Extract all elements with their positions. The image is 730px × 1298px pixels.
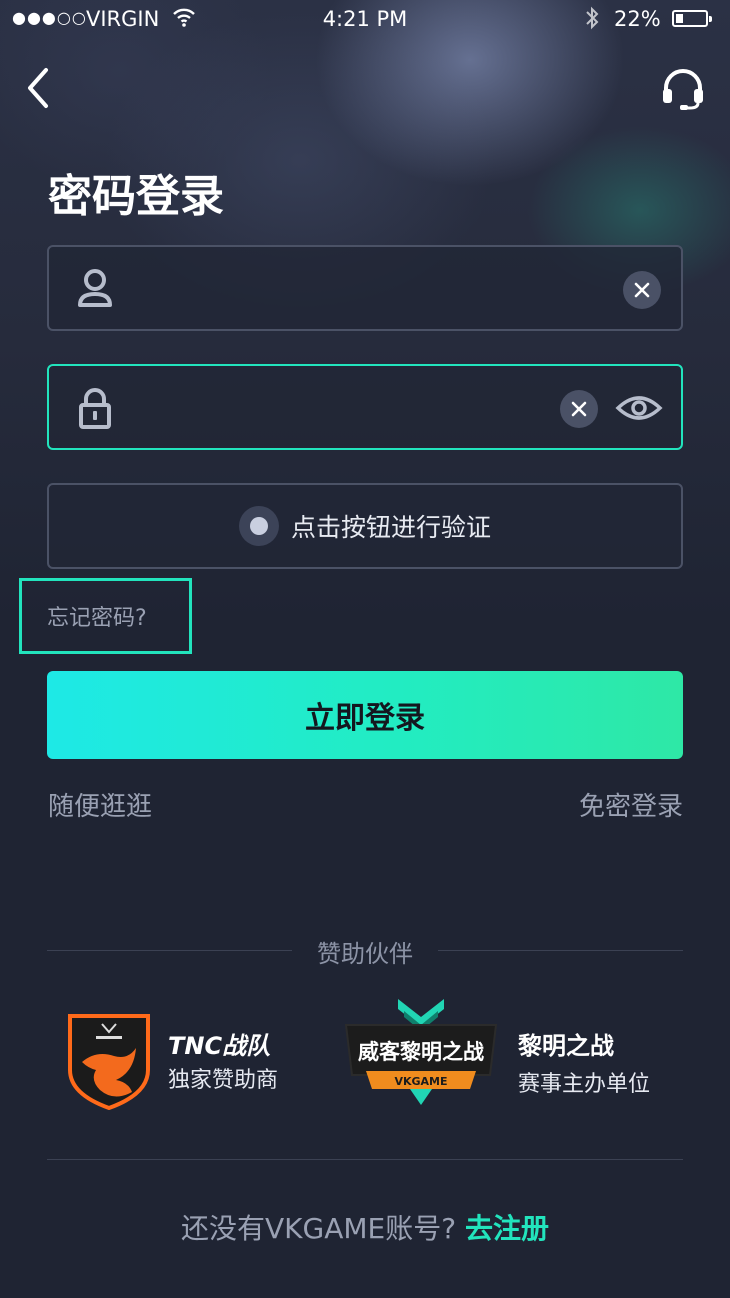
clear-username-button[interactable] <box>623 271 661 309</box>
headset-icon <box>663 69 703 110</box>
close-icon <box>571 401 587 417</box>
status-bar: ●●●○○ VIRGIN 4:21 PM 22% <box>0 0 730 40</box>
password-field[interactable] <box>47 364 683 450</box>
eye-icon <box>615 396 663 420</box>
sponsor-name: 黎明之战 <box>518 1032 614 1060</box>
sponsor-name: TNC战队 <box>168 1032 271 1060</box>
page-title: 密码登录 <box>48 171 224 222</box>
radio-dot-icon <box>238 506 279 546</box>
divider <box>47 1159 683 1160</box>
show-password-toggle[interactable] <box>615 392 663 424</box>
lock-icon <box>75 386 115 430</box>
battery-percent: 22% <box>614 7 661 31</box>
sponsors-title: 赞助伙伴 <box>317 940 413 968</box>
customer-service-button[interactable] <box>660 66 706 112</box>
sponsor-role: 赛事主办单位 <box>518 1072 651 1097</box>
verify-label: 点击按钮进行验证 <box>290 513 491 542</box>
clear-password-button[interactable] <box>560 390 598 428</box>
browse-link[interactable]: 随便逛逛 <box>48 786 152 823</box>
chevron-left-icon <box>28 68 48 108</box>
close-icon <box>634 282 650 298</box>
captcha-verify-button[interactable]: 点击按钮进行验证 <box>47 483 683 569</box>
login-button[interactable]: 立即登录 <box>47 671 683 759</box>
logo-text: 威客黎明之战 <box>358 1039 484 1064</box>
register-prompt: 还没有VKGAME账号? 去注册 <box>0 1207 730 1247</box>
vkgame-dawn-war-logo: 威客黎明之战 VKGAME <box>340 995 502 1107</box>
username-field[interactable] <box>47 245 683 331</box>
back-button[interactable] <box>24 66 54 110</box>
tnc-logo <box>66 1010 152 1111</box>
battery-icon <box>672 10 712 27</box>
register-prompt-text: 还没有VKGAME账号? <box>180 1212 457 1245</box>
logo-ribbon: VKGAME <box>394 1075 447 1088</box>
bluetooth-icon <box>584 5 600 36</box>
register-link[interactable]: 去注册 <box>465 1212 549 1245</box>
sponsor-role: 独家赞助商 <box>168 1068 279 1093</box>
passwordless-login-link[interactable]: 免密登录 <box>530 786 683 823</box>
forgot-password-link[interactable]: 忘记密码? <box>19 578 192 654</box>
user-icon <box>75 267 115 311</box>
